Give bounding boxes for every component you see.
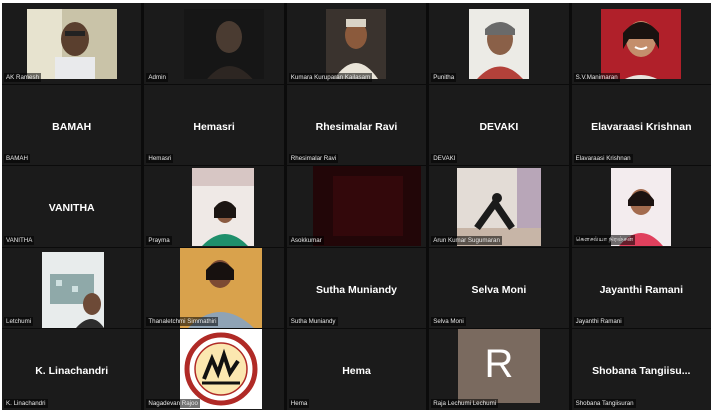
- participant-tile[interactable]: Thanaletchmi Simmathiri: [144, 247, 284, 329]
- participant-video: [184, 9, 265, 79]
- participant-name: VANITHA: [4, 235, 35, 245]
- participant-video: [180, 329, 263, 410]
- participant-name: Hemasri: [146, 154, 174, 164]
- participant-name: Sutha Muniandy: [288, 317, 338, 327]
- participant-video: [42, 251, 104, 328]
- participant-video: [26, 9, 117, 79]
- participant-tile[interactable]: BAMAH BAMAH: [2, 84, 142, 166]
- participant-display-name: Hema: [342, 365, 371, 378]
- participant-tile[interactable]: Rhesimalar Ravi Rhesimalar Ravi: [286, 84, 427, 166]
- participant-name: DEVAKI: [431, 154, 458, 164]
- organization-logo-icon: [180, 329, 263, 410]
- participant-video: [326, 9, 387, 79]
- participant-tile[interactable]: Asokkumar: [286, 166, 427, 247]
- participant-video: [180, 247, 263, 328]
- participant-name: AK Ramesh: [4, 72, 42, 82]
- participant-tile[interactable]: Nagadevan Rajoo: [144, 329, 284, 410]
- participant-name: Shobana Tangiisuran: [573, 398, 636, 408]
- participant-avatar: R: [457, 329, 540, 404]
- participant-video: [192, 168, 255, 247]
- participant-tile[interactable]: R Raja Lechumi Lechumi: [429, 329, 569, 410]
- participant-name: Raja Lechumi Lechumi: [431, 398, 499, 408]
- participant-name: Thanaletchmi Simmathiri: [146, 317, 219, 327]
- participant-name: Nagadevan Rajoo: [146, 398, 200, 408]
- participant-name: Kumara Kuruparan Kailasam: [288, 72, 373, 82]
- participant-name: Elavaraasi Krishnan: [573, 154, 633, 164]
- participant-tile[interactable]: Punitha: [429, 3, 569, 84]
- participant-tile[interactable]: கௌசல்யா நிரஞ்சன்: [571, 166, 711, 247]
- participant-tile[interactable]: VANITHA VANITHA: [2, 166, 142, 247]
- participant-display-name: Hemasri: [193, 120, 235, 133]
- participant-tile[interactable]: Shobana Tangiisu... Shobana Tangiisuran: [571, 329, 711, 410]
- participant-name: Letchumi: [4, 317, 34, 327]
- participant-name: S.V.Manimaran: [573, 72, 620, 82]
- participant-tile[interactable]: Jayanthi Ramani Jayanthi Ramani: [571, 247, 711, 329]
- participant-display-name: Jayanthi Ramani: [599, 283, 684, 296]
- participant-tile[interactable]: Sutha Muniandy Sutha Muniandy: [286, 247, 427, 329]
- participant-tile[interactable]: K. Linachandri K. Linachandri: [2, 329, 142, 410]
- participant-display-name: Shobana Tangiisu...: [592, 365, 691, 378]
- participant-video: [456, 168, 541, 247]
- participant-name: Rhesimalar Ravi: [288, 154, 339, 164]
- participant-video: [468, 9, 529, 79]
- participant-display-name: Elavaraasi Krishnan: [591, 120, 692, 133]
- participant-display-name: BAMAH: [52, 120, 92, 133]
- participant-grid: AK Ramesh Admin Kumara Kuruparan Kailasa…: [2, 3, 711, 410]
- participant-video: [312, 166, 421, 247]
- participant-tile[interactable]: Elavaraasi Krishnan Elavaraasi Krishnan: [571, 84, 711, 166]
- participant-tile[interactable]: AK Ramesh: [2, 3, 142, 84]
- participant-name: கௌசல்யா நிரஞ்சன்: [573, 234, 636, 245]
- meeting-gallery: AK Ramesh Admin Kumara Kuruparan Kailasa…: [2, 3, 711, 410]
- participant-tile[interactable]: Arun Kumar Sugumaran: [429, 166, 569, 247]
- participant-name: Hema: [288, 398, 310, 408]
- participant-name: Punitha: [431, 72, 457, 82]
- participant-tile[interactable]: S.V.Manimaran: [571, 3, 711, 84]
- participant-tile[interactable]: Kumara Kuruparan Kailasam: [286, 3, 427, 84]
- participant-name: K. Linachandri: [4, 398, 48, 408]
- participant-display-name: Selva Moni: [471, 283, 527, 296]
- participant-tile[interactable]: Hema Hema: [286, 329, 427, 410]
- participant-name: Selva Moni: [431, 317, 466, 327]
- participant-name: Arun Kumar Sugumaran: [431, 235, 502, 245]
- participant-tile[interactable]: Hemasri Hemasri: [144, 84, 284, 166]
- participant-tile[interactable]: Letchumi: [2, 247, 142, 329]
- participant-tile[interactable]: Selva Moni Selva Moni: [429, 247, 569, 329]
- participant-display-name: Sutha Muniandy: [315, 283, 398, 296]
- participant-name: Admin: [146, 72, 168, 82]
- participant-name: Jayanthi Ramani: [573, 317, 624, 327]
- participant-tile[interactable]: Admin: [144, 3, 284, 84]
- participant-display-name: VANITHA: [48, 202, 95, 215]
- participant-name: BAMAH: [4, 154, 31, 164]
- participant-display-name: K. Linachandri: [35, 365, 109, 378]
- participant-name: Prayma: [146, 235, 172, 245]
- participant-tile[interactable]: Prayma: [144, 166, 284, 247]
- participant-display-name: Rhesimalar Ravi: [315, 120, 398, 133]
- participant-tile[interactable]: DEVAKI DEVAKI: [429, 84, 569, 166]
- participant-video: [601, 9, 682, 79]
- participant-display-name: DEVAKI: [479, 120, 519, 133]
- participant-name: Asokkumar: [288, 235, 324, 245]
